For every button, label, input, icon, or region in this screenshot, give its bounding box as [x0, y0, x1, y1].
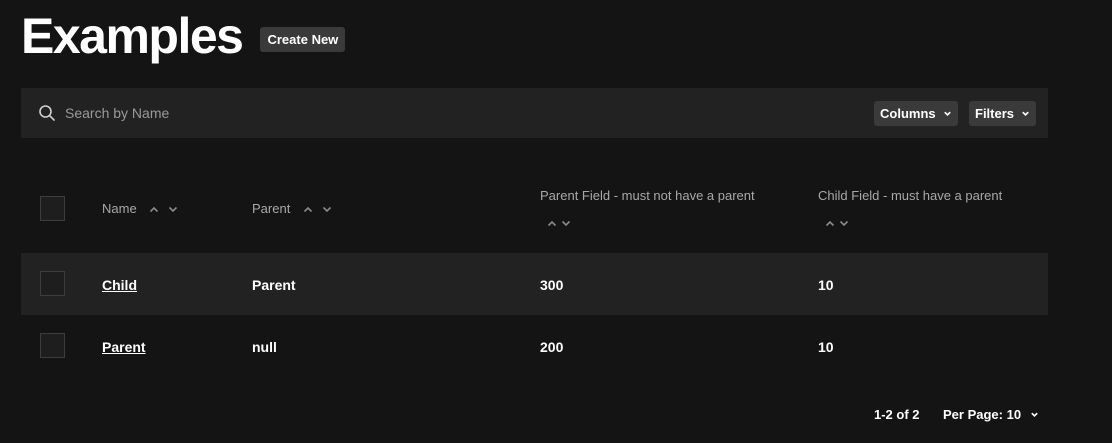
table-row: Child Parent 300 10: [21, 253, 1048, 315]
sort-descending-icon[interactable]: [839, 220, 849, 227]
cell-parent-field: 300: [540, 277, 564, 293]
column-header-label: Parent Field - must not have a parent: [540, 188, 755, 203]
column-header-label: Name: [102, 201, 137, 216]
row-name-link[interactable]: Parent: [102, 339, 146, 355]
page-header: Examples Create New: [21, 8, 346, 64]
cell-child-field: 10: [818, 277, 834, 293]
sort-ascending-icon[interactable]: [825, 220, 835, 227]
column-header-parent: Parent: [252, 201, 332, 216]
sort-controls: [149, 206, 178, 213]
per-page-label: Per Page: 10: [943, 407, 1022, 422]
chevron-down-icon: [1031, 412, 1038, 417]
columns-button[interactable]: Columns: [874, 101, 958, 126]
column-header-parent-field: Parent Field - must not have a parent: [540, 188, 755, 230]
row-name-link[interactable]: Child: [102, 277, 137, 293]
sort-controls: [547, 215, 755, 230]
sort-controls: [825, 215, 1002, 230]
sort-descending-icon[interactable]: [168, 206, 178, 213]
column-header-child-field: Child Field - must have a parent: [818, 188, 1002, 230]
column-header-label: Child Field - must have a parent: [818, 188, 1003, 203]
column-header-name: Name: [102, 201, 178, 216]
sort-ascending-icon[interactable]: [547, 220, 557, 227]
row-checkbox[interactable]: [40, 333, 65, 358]
sort-ascending-icon[interactable]: [149, 206, 159, 213]
row-checkbox[interactable]: [40, 271, 65, 296]
filters-button[interactable]: Filters: [969, 101, 1037, 126]
page: Examples Create New Columns Filters Name: [0, 0, 1112, 443]
table-row: Parent null 200 10: [21, 315, 1048, 377]
table-header: Name Parent Parent Field - must not have…: [21, 165, 1048, 253]
sort-descending-icon[interactable]: [322, 206, 332, 213]
sort-controls: [303, 206, 332, 213]
chevron-down-icon: [943, 111, 951, 116]
cell-name: Child: [102, 277, 137, 293]
filters-label: Filters: [975, 106, 1015, 121]
pagination-range: 1-2 of 2: [874, 407, 920, 422]
create-new-button[interactable]: Create New: [260, 26, 346, 52]
search-icon: [39, 105, 55, 121]
per-page-select[interactable]: Per Page: 10: [943, 407, 1039, 422]
data-table: Name Parent Parent Field - must not have…: [21, 165, 1048, 377]
cell-name: Parent: [102, 339, 146, 355]
select-all-checkbox[interactable]: [40, 196, 65, 221]
column-header-label: Parent: [252, 201, 291, 216]
cell-child-field: 10: [818, 339, 834, 355]
search-input[interactable]: [65, 100, 565, 126]
sort-ascending-icon[interactable]: [303, 206, 313, 213]
chevron-down-icon: [1022, 111, 1029, 116]
sort-descending-icon[interactable]: [561, 220, 571, 227]
table-toolbar: Columns Filters: [21, 88, 1048, 138]
cell-parent-field: 200: [540, 339, 564, 355]
columns-label: Columns: [880, 106, 936, 121]
cell-parent: Parent: [252, 277, 296, 293]
page-title: Examples: [21, 8, 244, 64]
cell-parent: null: [252, 339, 277, 355]
